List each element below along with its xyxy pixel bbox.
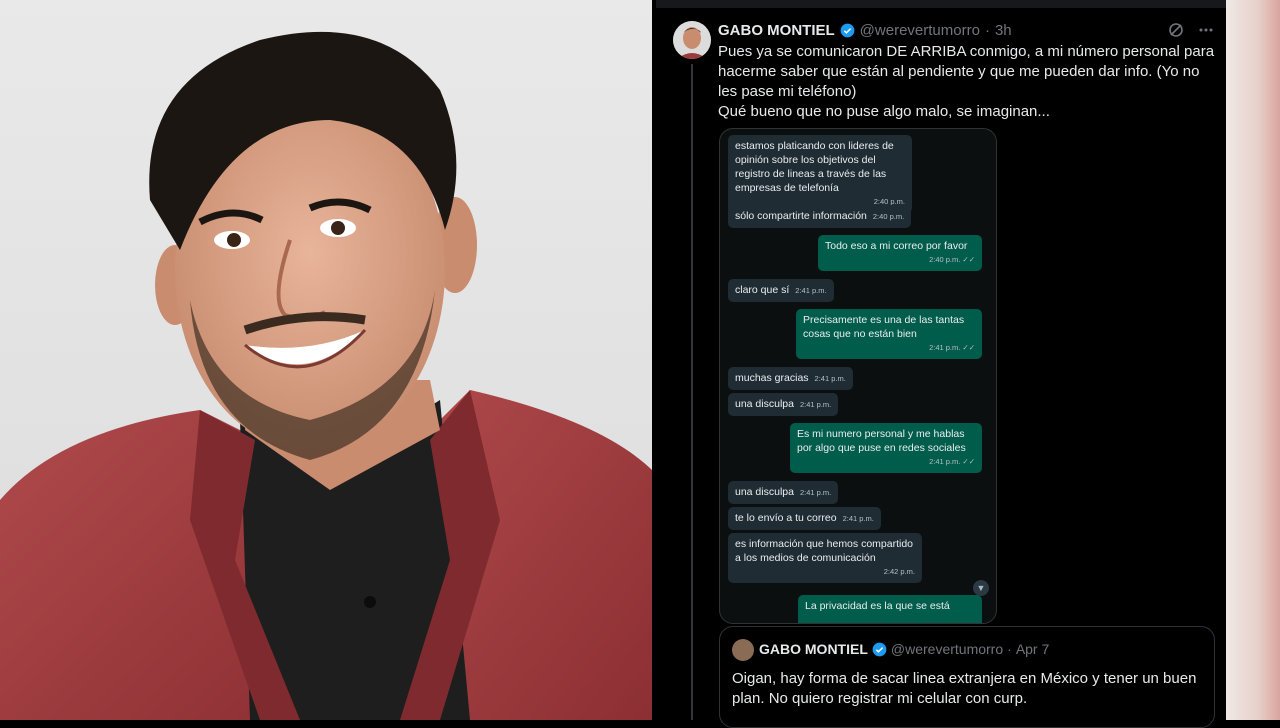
message-text: estamos platicando con lideres de opinió… <box>735 140 894 194</box>
chat-screenshot[interactable]: estamos platicando con lideres de opinió… <box>719 128 997 624</box>
author-handle[interactable]: @werevertumorro <box>860 22 980 39</box>
message-time: 2:40 p.m. <box>872 212 905 221</box>
avatar[interactable] <box>732 639 754 661</box>
chat-message-incoming: es información que hemos compartido a lo… <box>728 533 922 583</box>
verified-badge-icon <box>872 642 887 656</box>
tweet-text-line: Pues ya se comunicaron DE ARRIBA conmigo… <box>718 43 1215 100</box>
tweet-text: Pues ya se comunicaron DE ARRIBA conmigo… <box>718 42 1218 122</box>
message-text: sólo compartirte información <box>735 210 867 222</box>
message-text: es información que hemos compartido a lo… <box>735 538 914 564</box>
message-time: 2:41 p.m. ✓✓ <box>929 457 975 466</box>
message-time: 2:41 p.m. <box>795 286 827 295</box>
quoted-author-name[interactable]: GABO MONTIEL <box>759 641 868 657</box>
chat-message-incoming: una disculpa 2:41 p.m. <box>728 481 839 504</box>
more-icon[interactable] <box>1198 22 1214 38</box>
chat-message-outgoing: La privacidad es la que se está <box>798 595 982 623</box>
message-time: 2:41 p.m. <box>842 514 874 523</box>
chat-message-incoming: claro que sí 2:41 p.m. <box>728 279 834 302</box>
separator: · <box>1007 641 1012 657</box>
chat-message-incoming: te lo envío a tu correo 2:41 p.m. <box>728 507 881 530</box>
thread-line <box>691 64 693 720</box>
message-text: una disculpa <box>735 398 794 410</box>
quoted-tweet-date[interactable]: Apr 7 <box>1016 641 1049 657</box>
message-text: Precisamente es una de las tantas cosas … <box>803 314 965 340</box>
chevron-down-icon[interactable]: ▼ <box>973 580 989 596</box>
grok-icon[interactable] <box>1168 22 1184 38</box>
message-text: una disculpa <box>735 486 794 498</box>
verified-badge-icon <box>840 23 855 38</box>
chat-message-outgoing: Es mi numero personal y me hablas por al… <box>790 423 982 473</box>
background-edge <box>1226 0 1280 720</box>
tweet-header: GABO MONTIEL @werevertumorro · 3h <box>718 22 1012 39</box>
message-time: 2:40 p.m. ✓✓ <box>929 255 975 264</box>
tweet-card: GABO MONTIEL @werevertumorro · 3h Pues y… <box>656 0 1226 728</box>
tweet-time[interactable]: 3h <box>995 22 1012 39</box>
profile-photo <box>0 0 652 720</box>
avatar[interactable] <box>673 21 711 59</box>
message-text: Es mi numero personal y me hablas por al… <box>797 428 966 454</box>
quoted-author-handle[interactable]: @werevertumorro <box>891 641 1003 657</box>
message-text: muchas gracias <box>735 372 809 384</box>
message-time: 2:42 p.m. <box>883 567 915 576</box>
quoted-tweet-header: GABO MONTIEL @werevertumorro · Apr 7 <box>759 641 1049 657</box>
quoted-tweet-text: Oigan, hay forma de sacar linea extranje… <box>732 670 1197 707</box>
quoted-tweet[interactable]: GABO MONTIEL @werevertumorro · Apr 7 Oig… <box>719 626 1215 728</box>
avatar-image <box>673 21 711 59</box>
message-time: 2:41 p.m. <box>799 400 832 409</box>
tweet-actions <box>1168 22 1214 38</box>
chat-message-incoming: estamos platicando con lideres de opinió… <box>728 135 912 213</box>
chat-message-incoming: una disculpa 2:41 p.m. <box>728 393 839 416</box>
chat-message-incoming: muchas gracias 2:41 p.m. <box>728 367 853 390</box>
chat-message-outgoing: Todo eso a mi correo por favor 2:40 p.m.… <box>818 235 982 271</box>
tweet-text-line: Qué bueno que no puse algo malo, se imag… <box>718 103 1050 120</box>
chat-message-outgoing: Precisamente es una de las tantas cosas … <box>796 309 982 359</box>
message-text: La privacidad es la que se está <box>805 600 950 612</box>
message-text: te lo envío a tu correo <box>735 512 837 524</box>
chat-message-incoming: sólo compartirte información 2:40 p.m. <box>728 205 912 228</box>
message-text: Todo eso a mi correo por favor <box>825 240 968 252</box>
top-divider <box>656 0 1226 8</box>
message-time: 2:41 p.m. ✓✓ <box>929 343 975 352</box>
message-time: 2:41 p.m. <box>799 488 832 497</box>
author-name[interactable]: GABO MONTIEL <box>718 22 835 39</box>
portrait-illustration <box>0 31 652 720</box>
separator: · <box>984 22 990 39</box>
message-text: claro que sí <box>735 284 790 296</box>
message-time: 2:41 p.m. <box>814 374 846 383</box>
